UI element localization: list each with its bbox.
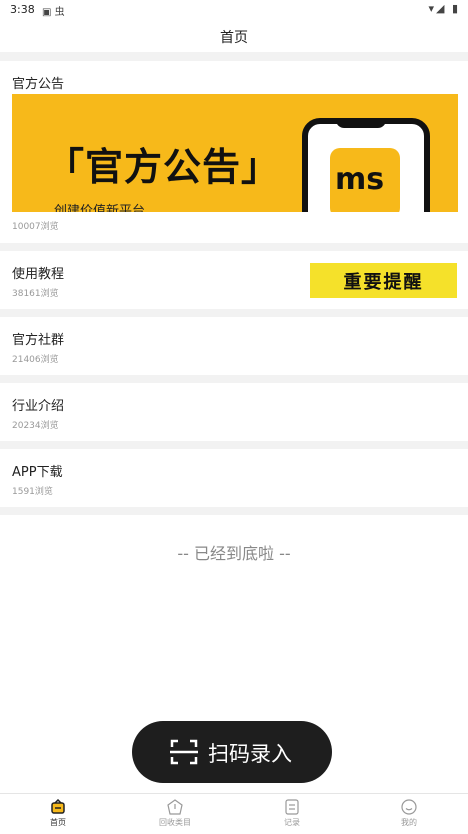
title-bar: 首页 [0,20,468,52]
scan-entry-button[interactable]: 扫码录入 [132,721,332,783]
status-system-icons: ▾◢ ▮ [428,2,460,15]
status-time: 3:38 [10,3,35,16]
article-card-community[interactable]: 官方社群 21406浏览 [0,317,468,375]
badge-text: 重要提醒 [343,272,424,293]
article-views: 10007浏览 [12,222,59,232]
status-notification-icons: ▣ 虫 [42,7,65,18]
article-title: 官方公告 [12,77,65,92]
article-card-app-download[interactable]: APP下载 1591浏览 [0,449,468,507]
article-views: 1591浏览 [12,487,53,497]
scan-button-label: 扫码录入 [208,742,292,766]
scan-icon [170,739,198,765]
recycle-category-icon [167,799,183,815]
tab-profile[interactable]: 我的 [369,799,449,828]
tab-home[interactable]: 首页 [18,799,98,828]
tab-recycle-category[interactable]: 回收类目 [135,799,215,828]
home-icon [51,799,65,814]
article-views: 20234浏览 [12,421,59,431]
article-card-industry[interactable]: 行业介绍 20234浏览 [0,383,468,441]
record-icon [285,799,299,815]
status-bar: 3:38 ▣ 虫 ▾◢ ▮ [0,0,468,20]
article-views: 21406浏览 [12,355,59,365]
banner-subline: 创建价值新平台 [54,204,146,212]
article-title: 使用教程 [12,267,65,282]
phone-illustration: ms [302,118,430,212]
end-of-list-text: -- 已经到底啦 -- [177,544,291,563]
banner-headline: 「官方公告」 [46,144,281,189]
announcement-banner-image[interactable]: 「官方公告」 创建价值新平台 ms [12,94,458,212]
profile-icon [401,799,417,815]
bottom-tab-bar: 首页 回收类目 记录 我的 [0,793,468,834]
article-title: 行业介绍 [12,399,65,414]
article-views: 38161浏览 [12,289,59,299]
app-logo-icon: ms [330,148,400,212]
tab-records[interactable]: 记录 [252,799,332,828]
page-title: 首页 [220,30,248,46]
article-title: 官方社群 [12,333,65,348]
article-title: APP下载 [12,465,63,480]
important-reminder-badge[interactable]: 重要提醒 [310,263,457,298]
